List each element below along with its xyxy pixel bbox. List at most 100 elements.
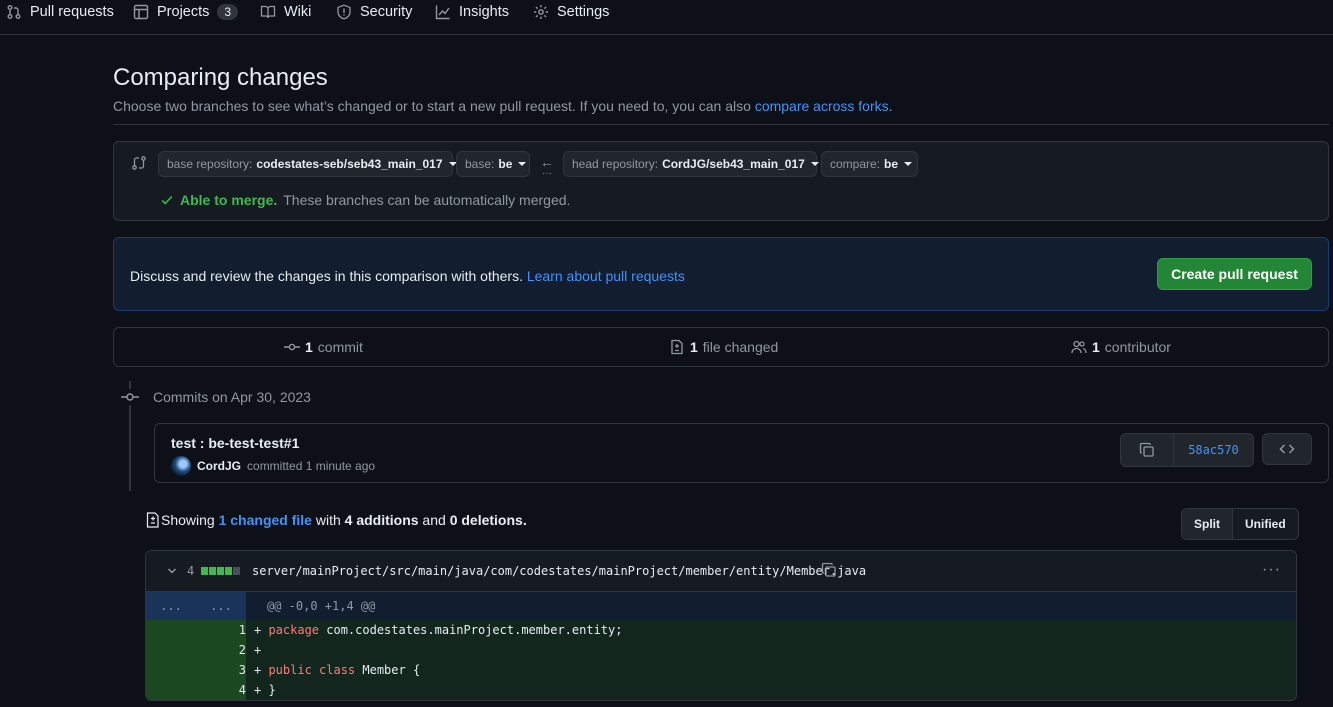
caret-down-icon <box>518 162 527 166</box>
copy-icon <box>1139 442 1154 457</box>
old-line-number <box>146 620 196 640</box>
diffstat-block <box>217 567 224 575</box>
code-text: Member { <box>355 663 421 677</box>
head-repository-select[interactable]: head repository: CordJG/seb43_main_017 <box>563 151 819 177</box>
commit-meta: CordJG committed 1 minute ago <box>171 456 375 476</box>
files-changed-summary[interactable]: 1 file changed <box>669 339 778 355</box>
base-repository-value: codestates-seb/seb43_main_017 <box>256 157 443 171</box>
caret-down-icon <box>904 162 913 166</box>
timeline-commit-icon <box>121 389 139 405</box>
merge-status-text: These branches can be automatically merg… <box>283 192 571 208</box>
base-repository-label: base repository: <box>167 157 253 171</box>
diff-line: 1 + package com.codestates.mainProject.m… <box>146 620 1296 640</box>
avatar[interactable] <box>171 456 191 476</box>
code-line: + package com.codestates.mainProject.mem… <box>254 620 622 640</box>
gear-icon <box>534 5 548 19</box>
nav-settings[interactable]: Settings <box>533 0 609 24</box>
keyword: public class <box>268 663 356 677</box>
code-line: + public class Member { <box>254 660 420 680</box>
commit-sha-link[interactable]: 58ac570 <box>1174 434 1253 466</box>
hunk-range: @@ -0,0 +1,4 @@ <box>267 599 376 613</box>
learn-about-pull-requests-link[interactable]: Learn about pull requests <box>527 268 685 284</box>
additions-count: 4 additions <box>344 512 419 528</box>
code-text: } <box>268 683 276 697</box>
new-line-number[interactable]: 3 <box>196 660 246 680</box>
old-line-number <box>146 680 196 700</box>
diff-summary: Showing 1 changed file with 4 additions … <box>146 512 527 528</box>
nav-pull-requests[interactable]: Pull requests <box>6 0 114 24</box>
code-line: + <box>254 640 261 660</box>
contributors-summary[interactable]: 1 contributor <box>1071 339 1171 355</box>
period: . <box>522 512 527 528</box>
chevron-down-icon[interactable] <box>166 565 178 577</box>
kebab-horizontal-icon[interactable]: ··· <box>1262 561 1281 579</box>
files-count: 1 <box>690 339 698 355</box>
compare-branch-value: be <box>884 157 899 171</box>
expand-old-lines[interactable]: ... <box>146 592 196 620</box>
expand-new-lines[interactable]: ... <box>196 592 246 620</box>
new-line-number[interactable]: 2 <box>196 640 246 660</box>
nav-projects[interactable]: Projects 3 <box>133 0 239 24</box>
commit-author-link[interactable]: CordJG <box>197 459 241 473</box>
graph-icon <box>435 5 450 20</box>
commit-time: committed 1 minute ago <box>247 459 376 473</box>
changed-file-link[interactable]: 1 changed file <box>219 512 312 528</box>
and-label: and <box>418 512 450 528</box>
diffstat-block <box>225 567 232 575</box>
nav-security[interactable]: Security <box>336 0 412 24</box>
nav-insights[interactable]: Insights <box>435 0 509 24</box>
create-pull-request-button[interactable]: Create pull request <box>1157 258 1312 290</box>
new-line-number[interactable]: 1 <box>196 620 246 640</box>
shield-icon <box>337 4 351 20</box>
table-icon <box>133 4 149 20</box>
compare-across-forks-link[interactable]: compare across forks <box>755 98 889 114</box>
unified-view-button[interactable]: Unified <box>1233 509 1298 539</box>
description-end: . <box>888 98 893 114</box>
browse-repository-button[interactable] <box>1262 433 1312 465</box>
commit-message-link[interactable]: test : be-test-test#1 <box>171 435 299 451</box>
file-diff-icon <box>146 512 159 528</box>
with-label: with <box>311 512 345 528</box>
nav-wiki[interactable]: Wiki <box>260 0 311 24</box>
base-branch-select[interactable]: base: be <box>456 151 530 177</box>
diffstat-block <box>209 567 216 575</box>
split-view-button[interactable]: Split <box>1182 509 1233 539</box>
diff-sign: + <box>254 663 269 677</box>
code-line: + } <box>254 680 276 700</box>
base-repository-select[interactable]: base repository: codestates-seb/seb43_ma… <box>158 151 457 177</box>
contributors-label: contributor <box>1104 339 1171 355</box>
nav-label: Projects <box>157 4 210 20</box>
diff-sign: + <box>254 643 262 657</box>
compare-branch-select[interactable]: compare: be <box>821 151 918 177</box>
commits-summary[interactable]: 1 commit <box>284 339 363 355</box>
nav-label: Security <box>360 4 413 20</box>
file-header: 4 server/mainProject/src/main/java/com/c… <box>146 551 1296 592</box>
pull-request-flash: Discuss and review the changes in this c… <box>113 237 1329 311</box>
file-path-link[interactable]: server/mainProject/src/main/java/com/cod… <box>252 564 866 578</box>
lines-changed-count: 4 <box>187 564 195 578</box>
base-branch-label: base: <box>465 157 495 171</box>
diffstat-block <box>201 567 208 575</box>
diff-file: 4 server/mainProject/src/main/java/com/c… <box>145 550 1297 701</box>
head-repository-label: head repository: <box>572 157 659 171</box>
git-compare-icon <box>132 156 146 170</box>
flash-text: Discuss and review the changes in this c… <box>130 268 527 284</box>
git-pull-request-icon <box>7 5 21 19</box>
diffstat-block <box>233 567 240 575</box>
merge-status: Able to merge. These branches can be aut… <box>160 192 570 208</box>
commits-label: commit <box>317 339 363 355</box>
base-branch-value: be <box>498 157 513 171</box>
flash-message: Discuss and review the changes in this c… <box>130 268 685 284</box>
compare-branch-label: compare: <box>830 157 881 171</box>
commit-item: test : be-test-test#1 CordJG committed 1… <box>154 423 1329 483</box>
old-line-number <box>146 640 196 660</box>
copy-icon[interactable] <box>821 562 837 578</box>
head-repository-value: CordJG/seb43_main_017 <box>662 157 805 171</box>
keyword: package <box>268 623 320 637</box>
repo-nav: Pull requests Projects 3 Wiki Security I… <box>0 0 1333 35</box>
diff-line: 2 + <box>146 640 1296 660</box>
copy-sha-button[interactable] <box>1121 434 1174 466</box>
commits-count: 1 <box>305 339 313 355</box>
ellipsis-icon: ··· <box>542 168 552 179</box>
new-line-number[interactable]: 4 <box>196 680 246 700</box>
